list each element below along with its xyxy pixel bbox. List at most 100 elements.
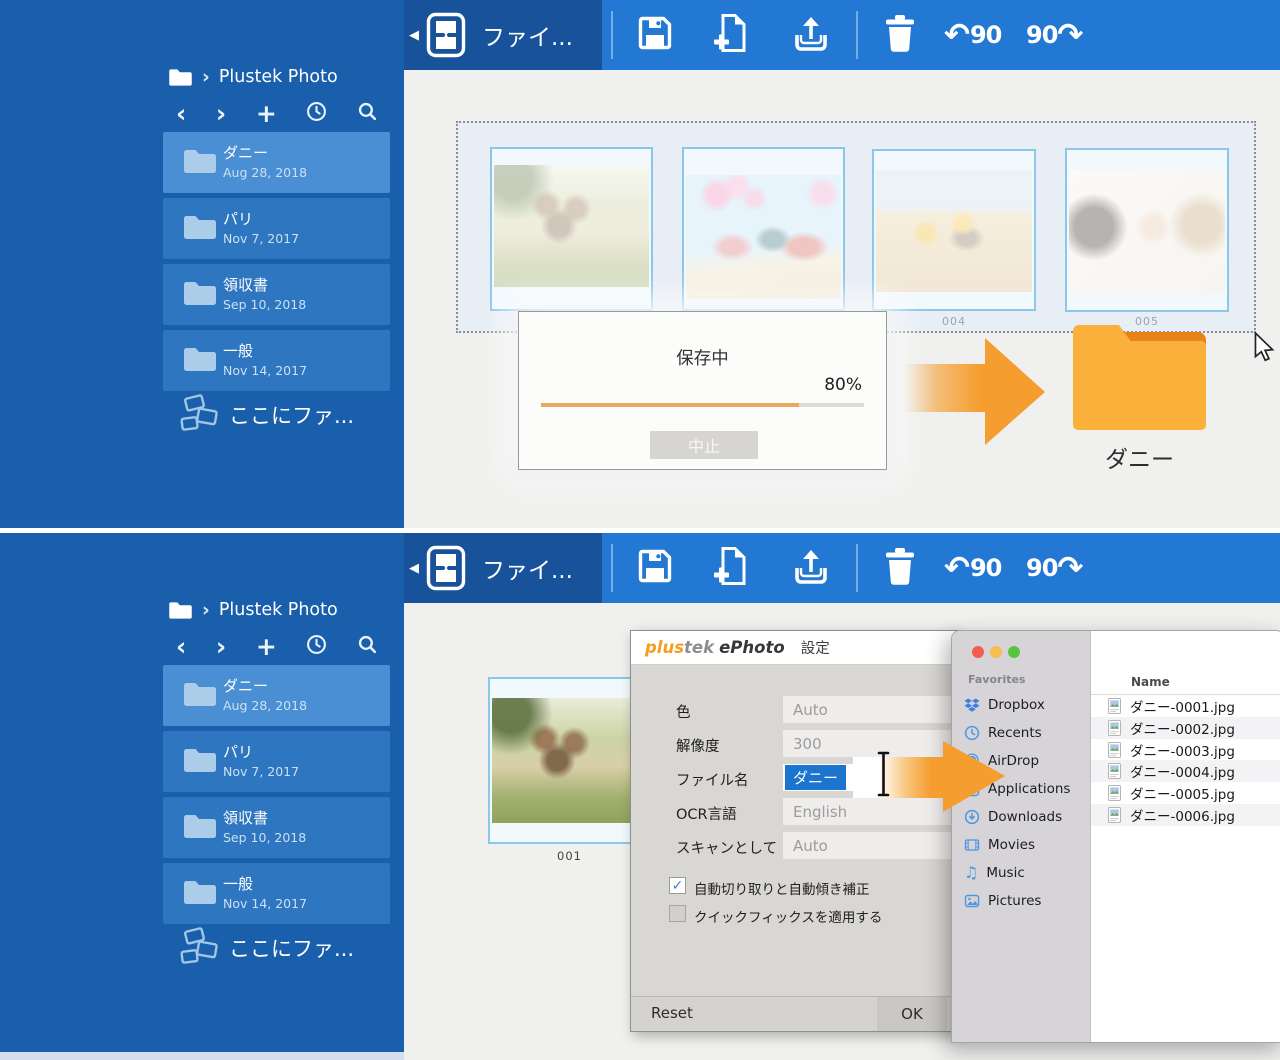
resolution-select[interactable]: 300 — [783, 730, 955, 757]
finder-sidebar: Favorites Dropbox Recents AirDrop Applic… — [952, 631, 1091, 1042]
search-icon[interactable] — [357, 634, 378, 659]
back-icon[interactable]: ‹ — [176, 101, 186, 126]
recents-icon — [964, 725, 980, 741]
collapse-arrow-icon[interactable]: ◀ — [409, 28, 419, 43]
minimize-window-button[interactable] — [990, 646, 1002, 658]
folder-icon — [183, 214, 217, 241]
sidebar-folder-paris[interactable]: パリ Nov 7, 2017 — [163, 198, 390, 259]
filename-label: ファイル名 — [676, 769, 749, 790]
add-folder-icon[interactable]: + — [256, 101, 277, 126]
finder-item-music[interactable]: ♫Music — [964, 860, 1086, 886]
save-button[interactable] — [636, 547, 674, 589]
color-select[interactable]: Auto — [783, 696, 955, 723]
rotate-right-button[interactable]: 90↷ — [1026, 533, 1083, 603]
file-row[interactable]: ダニー-0001.jpg — [1091, 695, 1280, 717]
sidebar-bottom-strip — [0, 1052, 404, 1060]
scan-as-select[interactable]: Auto — [783, 832, 955, 859]
photo-thumbnail[interactable] — [488, 677, 651, 844]
toolbar-separator — [856, 11, 858, 59]
add-folder-icon[interactable]: + — [256, 634, 277, 659]
breadcrumb-root[interactable]: Plustek Photo — [219, 67, 338, 87]
folder-icon — [168, 601, 193, 620]
export-button[interactable] — [792, 547, 830, 589]
sidebar-folder-danny[interactable]: ダニー Aug 28, 2018 — [163, 665, 390, 726]
folder-name: パリ — [223, 741, 253, 762]
photo-thumbnail[interactable] — [872, 149, 1036, 311]
mouse-cursor — [1252, 332, 1276, 368]
sidebar-folder-general[interactable]: 一般 Nov 14, 2017 — [163, 330, 390, 391]
upload-icon — [792, 14, 830, 52]
ok-button[interactable]: OK — [877, 997, 947, 1031]
file-row[interactable]: ダニー-0003.jpg — [1091, 739, 1280, 761]
finder-item-movies[interactable]: Movies — [964, 832, 1086, 858]
close-window-button[interactable] — [972, 646, 984, 658]
history-icon[interactable] — [306, 634, 327, 659]
back-icon[interactable]: ‹ — [176, 634, 186, 659]
collapse-arrow-icon[interactable]: ◀ — [409, 561, 419, 576]
quick-fix-checkbox[interactable] — [669, 905, 686, 922]
photo-family-grass — [492, 698, 647, 823]
finder-window: Favorites Dropbox Recents AirDrop Applic… — [951, 630, 1280, 1043]
file-dropzone[interactable]: ここにファ... — [178, 927, 354, 969]
name-column-header[interactable]: Name — [1131, 675, 1170, 689]
folder-name: ダニー — [223, 675, 268, 696]
finder-item-pictures[interactable]: Pictures — [964, 888, 1086, 914]
panel-divider — [0, 528, 1280, 533]
tab-file[interactable]: ◀ ファイ... — [404, 533, 602, 603]
export-arrow-head — [985, 338, 1045, 445]
photo-thumbnail[interactable] — [490, 147, 653, 311]
rotate-left-icon: ↶ — [944, 553, 970, 584]
auto-crop-checkbox[interactable]: ✓ — [669, 877, 686, 894]
sidebar-folder-paris[interactable]: パリ Nov 7, 2017 — [163, 731, 390, 792]
add-file-button[interactable] — [712, 13, 750, 57]
forward-icon[interactable]: › — [216, 101, 226, 126]
file-row[interactable]: ダニー-0005.jpg — [1091, 782, 1280, 804]
rotate-left-button[interactable]: ↶90 — [944, 533, 1001, 603]
breadcrumb[interactable]: › Plustek Photo — [168, 599, 338, 621]
rotate-left-button[interactable]: ↶90 — [944, 0, 1001, 70]
forward-icon[interactable]: › — [216, 634, 226, 659]
file-row[interactable]: ダニー-0004.jpg — [1091, 760, 1280, 782]
settings-dialog-footer: Reset OK — [631, 996, 959, 1031]
delete-button[interactable] — [882, 546, 918, 590]
sidebar-folder-receipts[interactable]: 領収書 Sep 10, 2018 — [163, 797, 390, 858]
cancel-button[interactable]: 中止 — [650, 431, 758, 459]
folder-date: Aug 28, 2018 — [223, 165, 307, 180]
rotate-right-button[interactable]: 90↷ — [1026, 0, 1083, 70]
photo-thumbnail[interactable] — [682, 147, 845, 311]
file-dropzone[interactable]: ここにファ... — [178, 394, 354, 436]
breadcrumb-separator: › — [202, 66, 210, 88]
add-file-button[interactable] — [712, 546, 750, 590]
photo-thumbnail[interactable] — [1065, 148, 1229, 312]
file-row[interactable]: ダニー-0006.jpg — [1091, 804, 1280, 826]
layout-icon — [426, 12, 466, 58]
sidebar-folder-general[interactable]: 一般 Nov 14, 2017 — [163, 863, 390, 924]
dropzone-label: ここにファ... — [229, 933, 354, 963]
history-icon[interactable] — [306, 101, 327, 126]
tab-file-label: ファイ... — [482, 18, 573, 52]
photo-baby — [1069, 170, 1225, 294]
folder-date: Nov 7, 2017 — [223, 764, 299, 779]
tab-file[interactable]: ◀ ファイ... — [404, 0, 602, 70]
delete-button[interactable] — [882, 13, 918, 57]
sidebar-folder-danny[interactable]: ダニー Aug 28, 2018 — [163, 132, 390, 193]
folder-icon — [183, 280, 217, 307]
breadcrumb-separator: › — [202, 599, 210, 621]
finder-item-dropbox[interactable]: Dropbox — [964, 692, 1086, 718]
sidebar-folder-receipts[interactable]: 領収書 Sep 10, 2018 — [163, 264, 390, 325]
search-icon[interactable] — [357, 101, 378, 126]
save-button[interactable] — [636, 14, 674, 56]
breadcrumb[interactable]: › Plustek Photo — [168, 66, 338, 88]
breadcrumb-root[interactable]: Plustek Photo — [219, 600, 338, 620]
folder-name: パリ — [223, 208, 253, 229]
zoom-window-button[interactable] — [1008, 646, 1020, 658]
folder-icon — [183, 747, 217, 774]
sidebar-nav: ‹ › + — [176, 98, 378, 128]
add-file-icon — [712, 13, 750, 53]
file-row[interactable]: ダニー-0002.jpg — [1091, 717, 1280, 739]
selected-text: ダニー — [785, 765, 846, 790]
ocr-language-select[interactable]: English — [783, 798, 955, 825]
movies-icon — [964, 837, 980, 853]
export-button[interactable] — [792, 14, 830, 56]
reset-button[interactable]: Reset — [651, 1004, 693, 1022]
